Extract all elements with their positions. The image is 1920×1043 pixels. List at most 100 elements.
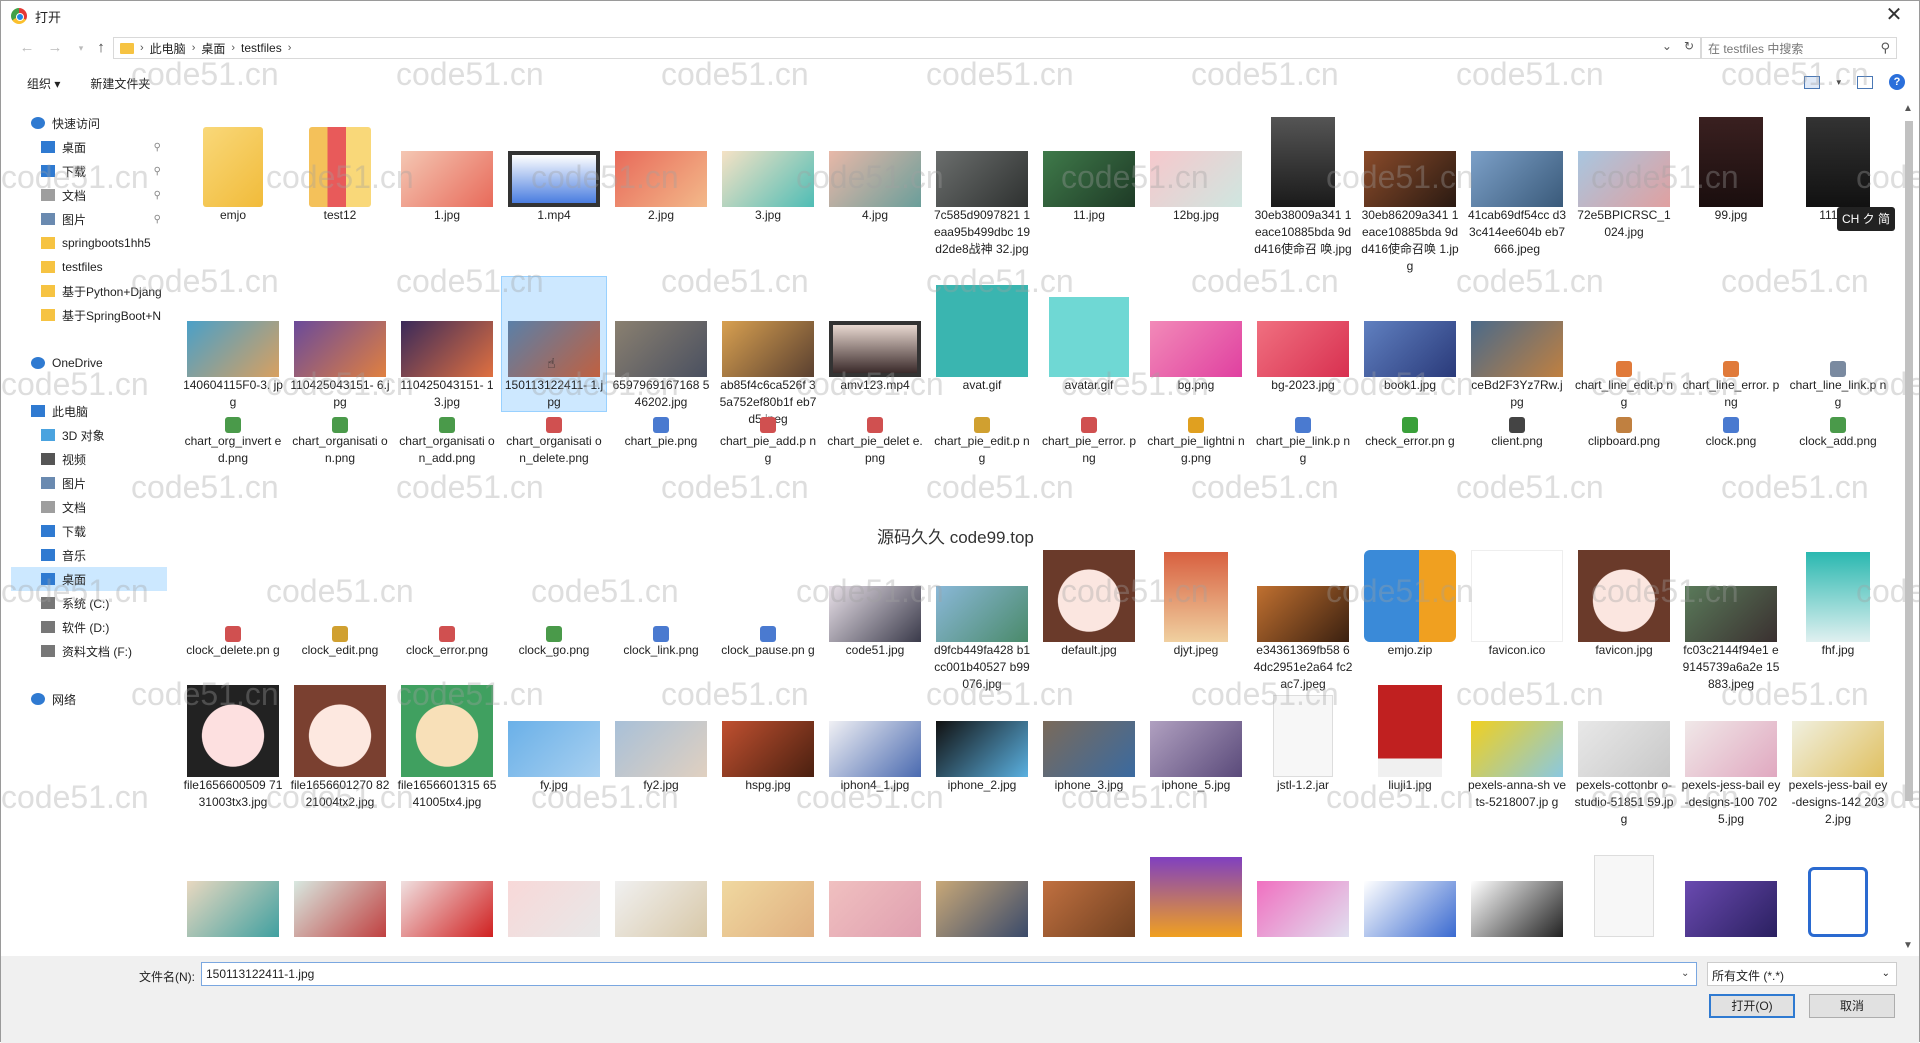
sidebar-item[interactable]: 网络 (11, 687, 167, 711)
file-tile[interactable]: clock_delete.pn g (181, 542, 285, 659)
file-tile[interactable]: pexels-anna-sh vets-5218007.jp g (1465, 677, 1569, 811)
view-mode-icon[interactable] (1804, 75, 1821, 89)
sidebar-item[interactable]: 3D 对象 (11, 423, 167, 447)
file-tile[interactable]: 11.jpg (1037, 107, 1141, 224)
file-tile[interactable]: book1.jpg (1358, 277, 1462, 394)
file-tile[interactable]: 4.jpg (823, 107, 927, 224)
sidebar-item[interactable]: 桌面 (11, 567, 167, 591)
file-tile[interactable] (1786, 837, 1890, 937)
file-tile[interactable]: 72e5BPICRSC_1 024.jpg (1572, 107, 1676, 241)
file-tile[interactable] (609, 837, 713, 937)
file-tile[interactable]: emjo.zip (1358, 542, 1462, 659)
file-type-select[interactable]: 所有文件 (*.*) ⌄ (1707, 962, 1897, 986)
file-tile[interactable]: iphone_2.jpg (930, 677, 1034, 794)
file-tile[interactable]: djyt.jpeg (1144, 542, 1248, 659)
file-tile[interactable]: ab85f4c6ca526f 35a752ef80b1f eb7d5.jpeg (716, 277, 820, 428)
file-tile[interactable] (1679, 837, 1783, 937)
breadcrumb-desktop[interactable]: 桌面 (201, 40, 225, 57)
organize-button[interactable]: 组织 ▾ (27, 75, 60, 92)
file-tile[interactable] (716, 837, 820, 937)
file-tile[interactable]: 110425043151- 13.jpg (395, 277, 499, 411)
file-tile[interactable]: d9fcb449fa428 b1cc001b40527 b99076.jpg (930, 542, 1034, 693)
file-tile[interactable]: chart_organisati on.png (288, 407, 392, 467)
file-tile[interactable] (502, 837, 606, 937)
file-tile[interactable]: chart_organisati on_add.png (395, 407, 499, 467)
sidebar-item[interactable]: 基于SpringBoot+N (11, 303, 167, 327)
sidebar-item[interactable]: 下载 ⚲ (11, 159, 167, 183)
breadcrumb-this-pc[interactable]: 此电脑 (150, 40, 186, 57)
file-tile[interactable]: clock_link.png (609, 542, 713, 659)
file-tile[interactable] (1358, 837, 1462, 937)
file-tile[interactable]: clock_error.png (395, 542, 499, 659)
file-tile[interactable] (1144, 837, 1248, 937)
file-tile[interactable]: favicon.ico (1465, 542, 1569, 659)
file-tile[interactable]: 30eb38009a341 1eace10885bda 9dd416使命召 唤.… (1251, 107, 1355, 258)
file-tile[interactable] (1251, 837, 1355, 937)
scroll-down-icon[interactable]: ▼ (1903, 940, 1913, 951)
file-tile[interactable]: pexels-jess-bail ey-designs-100 7025.jpg (1679, 677, 1783, 828)
file-tile[interactable] (1572, 837, 1676, 937)
file-tile[interactable]: 7c585d9097821 1eaa95b499dbc 19d2de8战神 32… (930, 107, 1034, 258)
chevron-down-icon[interactable]: ⌄ (1662, 39, 1672, 53)
sidebar-item[interactable]: 文档 ⚲ (11, 183, 167, 207)
file-tile[interactable]: clock_add.png (1786, 407, 1890, 450)
file-tile[interactable]: fy2.jpg (609, 677, 713, 794)
file-tile[interactable]: pexels-cottonbr o-studio-51851 59.jpg (1572, 677, 1676, 828)
file-tile[interactable]: ceBd2F3Yz7Rw.j pg (1465, 277, 1569, 411)
sidebar-item[interactable]: 快速访问 (11, 111, 167, 135)
file-tile[interactable] (1037, 837, 1141, 937)
scrollbar-thumb[interactable] (1905, 121, 1913, 801)
close-icon[interactable]: ✕ (1879, 3, 1909, 29)
file-tile[interactable]: client.png (1465, 407, 1569, 450)
sidebar-item[interactable]: 资料文档 (F:) (11, 639, 167, 663)
up-arrow-icon[interactable]: ↑ (91, 39, 111, 56)
file-tile[interactable]: clipboard.png (1572, 407, 1676, 450)
search-icon[interactable]: ⚲ (1880, 40, 1890, 56)
file-tile[interactable]: file1656601270 8221004tx2.jpg (288, 677, 392, 811)
sidebar-item[interactable]: 视频 (11, 447, 167, 471)
file-tile[interactable]: chart_pie_delet e.png (823, 407, 927, 467)
file-tile[interactable]: 30eb86209a341 1eace10885bda 9dd416使命召唤 1… (1358, 107, 1462, 275)
file-tile[interactable]: 99.jpg (1679, 107, 1783, 224)
file-tile[interactable]: chart_line_edit.p ng (1572, 277, 1676, 411)
scroll-up-icon[interactable]: ▲ (1903, 103, 1913, 114)
vertical-scrollbar[interactable]: ▲ ▼ (1901, 101, 1917, 953)
file-tile[interactable]: clock_edit.png (288, 542, 392, 659)
file-tile[interactable]: avatar.gif (1037, 277, 1141, 394)
sidebar-item[interactable]: 此电脑 (11, 399, 167, 423)
file-tile[interactable]: bg-2023.jpg (1251, 277, 1355, 394)
pin-icon[interactable]: ⚲ (154, 142, 161, 153)
sidebar-item[interactable]: 桌面 ⚲ (11, 135, 167, 159)
file-tile[interactable]: 3.jpg (716, 107, 820, 224)
file-tile[interactable]: 6597969167168 546202.jpg (609, 277, 713, 411)
file-tile[interactable]: chart_pie.png (609, 407, 713, 450)
file-tile[interactable]: 150113122411- 1.jpg (501, 276, 607, 412)
file-tile[interactable] (288, 837, 392, 937)
ime-indicator[interactable]: CH ク 简 (1837, 207, 1895, 231)
file-tile[interactable]: file1656601315 6541005tx4.jpg (395, 677, 499, 811)
sidebar-item[interactable]: 下载 (11, 519, 167, 543)
sidebar-item[interactable]: 软件 (D:) (11, 615, 167, 639)
file-tile[interactable]: avat.gif (930, 277, 1034, 394)
file-tile[interactable]: emjo (181, 107, 285, 224)
sidebar-item[interactable]: 图片 (11, 471, 167, 495)
preview-pane-icon[interactable] (1857, 75, 1873, 89)
file-tile[interactable]: default.jpg (1037, 542, 1141, 659)
file-tile[interactable] (395, 837, 499, 937)
file-tile[interactable]: code51.jpg (823, 542, 927, 659)
back-arrow-icon[interactable]: ← (17, 39, 37, 56)
sidebar-item[interactable]: 图片 ⚲ (11, 207, 167, 231)
file-tile[interactable] (181, 837, 285, 937)
help-icon[interactable]: ? (1889, 74, 1905, 90)
file-tile[interactable]: chart_line_link.p ng (1786, 277, 1890, 411)
pin-icon[interactable]: ⚲ (154, 214, 161, 225)
file-tile[interactable]: jstl-1.2.jar (1251, 677, 1355, 794)
recent-dropdown-icon[interactable]: ▾ (71, 43, 91, 54)
file-tile[interactable]: clock_pause.pn g (716, 542, 820, 659)
file-tile[interactable]: 1.mp4 (502, 107, 606, 224)
file-tile[interactable]: 110425043151- 6.jpg (288, 277, 392, 411)
file-tile[interactable]: favicon.jpg (1572, 542, 1676, 659)
file-tile[interactable]: 2.jpg (609, 107, 713, 224)
file-tile[interactable]: chart_pie_add.p ng (716, 407, 820, 467)
file-tile[interactable]: iphon4_1.jpg (823, 677, 927, 794)
